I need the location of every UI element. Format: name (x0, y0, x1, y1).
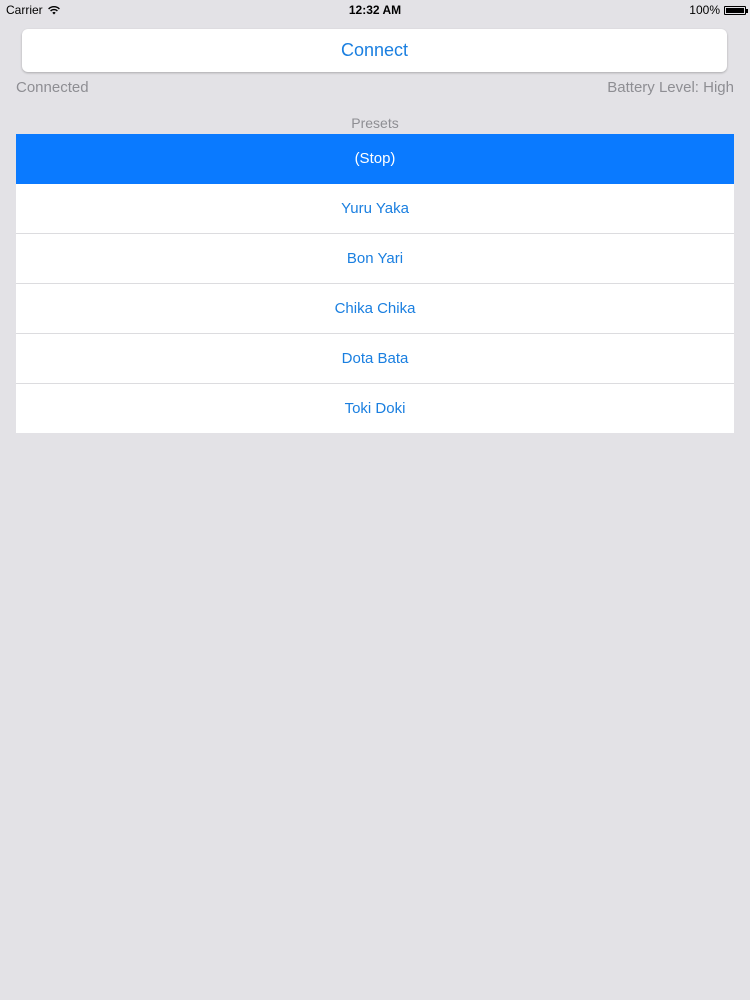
battery-icon (724, 5, 748, 15)
presets-list: (Stop) Yuru Yaka Bon Yari Chika Chika Do… (16, 134, 734, 433)
preset-row-dota-bata[interactable]: Dota Bata (16, 334, 734, 384)
connection-status: Connected (16, 79, 89, 96)
status-bar: Carrier 12:32 AM 100% (0, 0, 750, 20)
preset-row-bon-yari[interactable]: Bon Yari (16, 234, 734, 284)
battery-fill (726, 7, 744, 13)
presets-header: Presets (351, 115, 399, 131)
connect-button[interactable]: Connect (22, 29, 727, 72)
battery-percent: 100% (689, 3, 720, 17)
preset-row-stop[interactable]: (Stop) (16, 134, 734, 184)
preset-row-yuru-yaka[interactable]: Yuru Yaka (16, 184, 734, 234)
battery-level-label: Battery Level: High (607, 79, 734, 96)
status-time: 12:32 AM (348, 3, 402, 17)
preset-row-chika-chika[interactable]: Chika Chika (16, 284, 734, 334)
status-right: 100% (689, 3, 748, 17)
battery-tip (746, 8, 748, 13)
preset-row-toki-doki[interactable]: Toki Doki (16, 384, 734, 433)
